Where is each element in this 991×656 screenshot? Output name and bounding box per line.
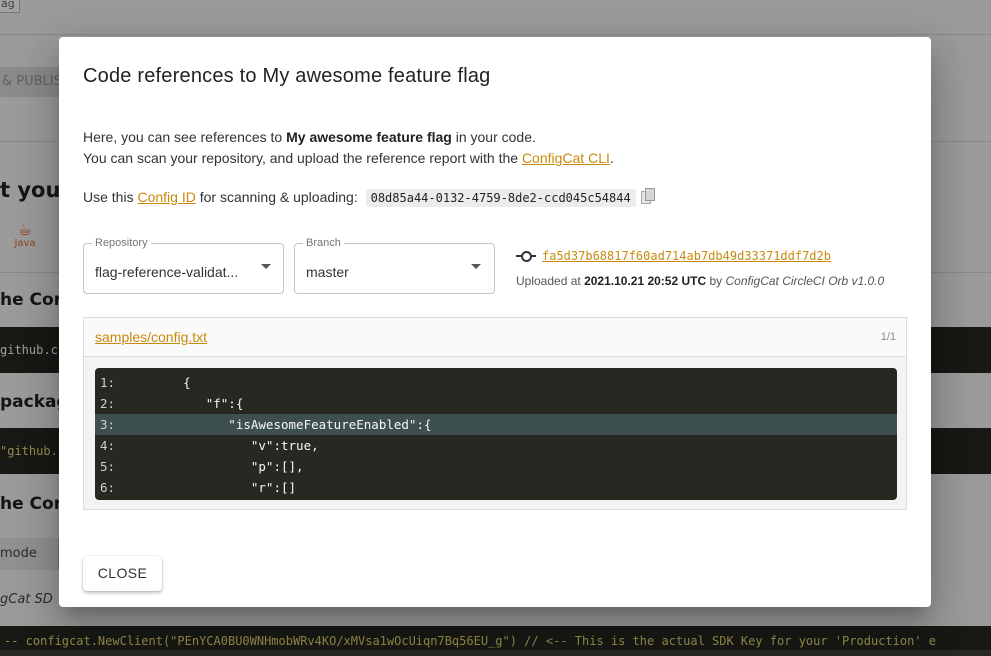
commit-info: fa5d37b68817f60ad714ab7db49d33371ddf7d2b	[516, 249, 831, 263]
line-text: "r":[]	[138, 480, 297, 495]
line-number: 1:	[100, 375, 116, 390]
upload-info: Uploaded at 2021.10.21 20:52 UTC by Conf…	[516, 274, 885, 288]
config-id-link[interactable]: Config ID	[137, 189, 195, 205]
file-name-link[interactable]: samples/config.txt	[95, 329, 207, 345]
line-number: 3:	[100, 417, 116, 432]
line-text: "isAwesomeFeatureEnabled":{	[138, 417, 432, 432]
line-text: {	[138, 375, 191, 390]
line-number: 5:	[100, 459, 116, 474]
config-id-value: 08d85a44-0132-4759-8de2-ccd045c54844	[365, 189, 636, 207]
line-text: "p":[],	[138, 459, 304, 474]
branch-label: Branch	[303, 237, 344, 249]
chevron-down-icon	[471, 264, 481, 269]
dialog-title: Code references to My awesome feature fl…	[83, 65, 491, 87]
code-snippet: 1: { 2: "f":{ 3: "isAwesomeFeatureEnable…	[95, 368, 897, 500]
line-text: "v":true,	[138, 438, 319, 453]
line-number: 6:	[100, 480, 116, 495]
file-references-panel: samples/config.txt 1/1 1: { 2: "f":{ 3: …	[83, 317, 907, 510]
configcat-cli-link[interactable]: ConfigCat CLI	[522, 150, 610, 166]
flag-name: My awesome feature flag	[286, 129, 452, 145]
config-id-row: Use this Config ID for scanning & upload…	[83, 188, 655, 207]
branch-select[interactable]: Branch master	[294, 237, 495, 294]
code-line-highlighted: 3: "isAwesomeFeatureEnabled":{	[95, 414, 897, 435]
repository-label: Repository	[92, 237, 151, 249]
line-text: "f":{	[138, 396, 244, 411]
branch-value: master	[306, 264, 349, 280]
repository-select[interactable]: Repository flag-reference-validat...	[83, 237, 284, 294]
line-number: 2:	[100, 396, 116, 411]
code-line: 2: "f":{	[95, 393, 897, 414]
scan-text: You can scan your repository, and upload…	[83, 150, 614, 166]
repository-value: flag-reference-validat...	[95, 264, 239, 280]
code-line: 4: "v":true,	[95, 435, 897, 456]
line-number: 4:	[100, 438, 116, 453]
commit-hash-link[interactable]: fa5d37b68817f60ad714ab7db49d33371ddf7d2b	[542, 249, 831, 263]
upload-date: 2021.10.21 20:52 UTC	[584, 274, 707, 288]
code-line: 5: "p":[],	[95, 456, 897, 477]
file-counter: 1/1	[880, 331, 896, 343]
code-line: 1: {	[95, 372, 897, 393]
close-button[interactable]: CLOSE	[83, 556, 162, 591]
file-header: samples/config.txt 1/1	[84, 318, 906, 357]
chevron-down-icon	[261, 264, 271, 269]
code-references-dialog: Code references to My awesome feature fl…	[59, 37, 931, 607]
commit-icon	[516, 251, 536, 262]
copy-icon[interactable]	[640, 188, 655, 204]
intro-text: Here, you can see references to My aweso…	[83, 129, 536, 145]
code-line: 6: "r":[]	[95, 477, 897, 498]
uploader-name: ConfigCat CircleCI Orb v1.0.0	[725, 274, 885, 288]
